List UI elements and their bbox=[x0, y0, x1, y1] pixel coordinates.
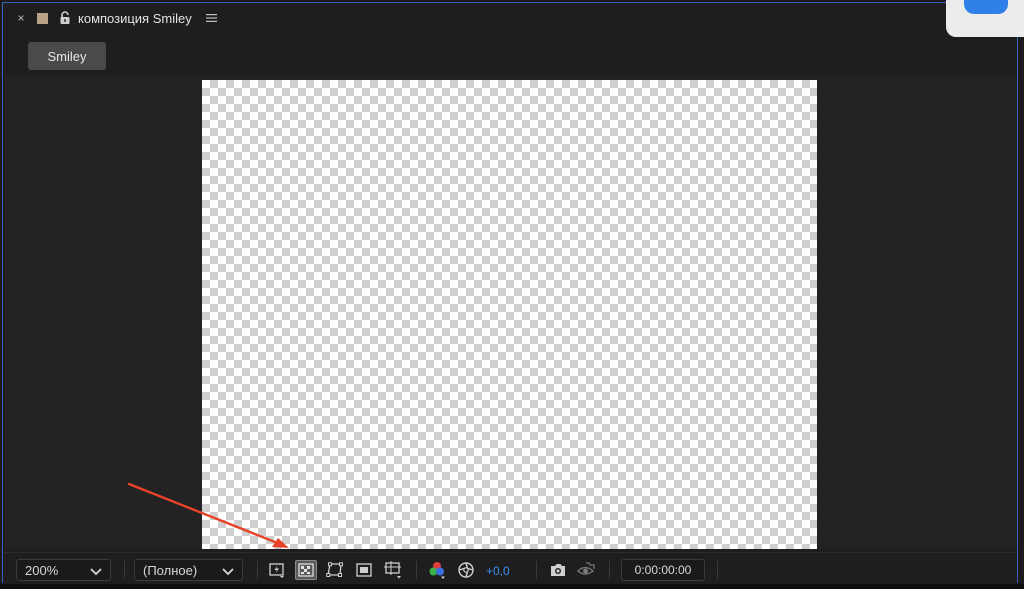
reset-exposure-button[interactable] bbox=[455, 560, 477, 580]
current-time-display[interactable]: 0:00:00:00 bbox=[621, 559, 705, 581]
fast-previews-button[interactable] bbox=[266, 560, 288, 580]
exposure-value[interactable]: +0,0 bbox=[486, 564, 510, 578]
show-snapshot-button[interactable] bbox=[575, 560, 597, 580]
toolbar-divider bbox=[609, 561, 610, 579]
viewer-footer-toolbar: 200% (Полное) +0,0 0:00:00:00 bbox=[3, 552, 1017, 584]
composition-title: композиция Smiley bbox=[78, 10, 192, 26]
composition-panel: × композиция Smiley Smiley 200% (Полное)… bbox=[2, 2, 1018, 584]
floating-blue-button[interactable] bbox=[964, 0, 1008, 14]
mask-path-visibility-button[interactable] bbox=[324, 560, 346, 580]
chevron-down-icon bbox=[222, 565, 234, 576]
toolbar-divider bbox=[536, 561, 537, 579]
transparency-grid-icon bbox=[298, 563, 314, 577]
toolbar-divider bbox=[717, 561, 718, 579]
channel-color-button[interactable] bbox=[426, 560, 448, 580]
close-icon[interactable]: × bbox=[15, 12, 27, 24]
take-snapshot-button[interactable] bbox=[547, 560, 569, 580]
panel-menu-icon[interactable] bbox=[205, 12, 218, 24]
composition-window: × композиция Smiley Smiley 200% (Полное)… bbox=[0, 0, 1024, 589]
magnification-dropdown[interactable]: 200% bbox=[16, 559, 111, 581]
composition-tab-label: Smiley bbox=[47, 48, 87, 64]
channel-color-icon bbox=[429, 562, 445, 579]
resolution-value: (Полное) bbox=[143, 562, 198, 578]
region-of-interest-button[interactable] bbox=[353, 560, 375, 580]
chevron-down-icon bbox=[90, 565, 102, 576]
grid-guides-button[interactable] bbox=[382, 560, 404, 580]
bottom-edge bbox=[0, 584, 1024, 589]
floating-app-widget[interactable] bbox=[946, 0, 1024, 37]
timecode-value: 0:00:00:00 bbox=[634, 563, 692, 577]
composition-tab-smiley[interactable]: Smiley bbox=[28, 42, 106, 70]
panel-title-bar: × композиция Smiley bbox=[3, 3, 1017, 33]
label-color-swatch[interactable] bbox=[37, 12, 48, 24]
lock-icon[interactable] bbox=[59, 11, 71, 25]
resolution-dropdown[interactable]: (Полное) bbox=[134, 559, 243, 581]
magnification-value: 200% bbox=[25, 562, 59, 578]
transparency-canvas[interactable] bbox=[202, 80, 817, 549]
composition-viewer[interactable] bbox=[5, 77, 1017, 549]
mask-path-visibility-icon bbox=[326, 562, 343, 577]
fast-previews-icon bbox=[269, 563, 284, 578]
reset-exposure-icon bbox=[458, 562, 474, 578]
toolbar-divider bbox=[257, 561, 258, 579]
grid-guides-icon bbox=[384, 561, 401, 579]
toolbar-divider bbox=[124, 561, 125, 579]
snapshot-camera-icon bbox=[551, 564, 565, 576]
show-snapshot-icon bbox=[577, 562, 595, 575]
toolbar-divider bbox=[416, 561, 417, 579]
region-of-interest-icon bbox=[356, 563, 372, 577]
transparency-grid-button[interactable] bbox=[295, 560, 317, 580]
